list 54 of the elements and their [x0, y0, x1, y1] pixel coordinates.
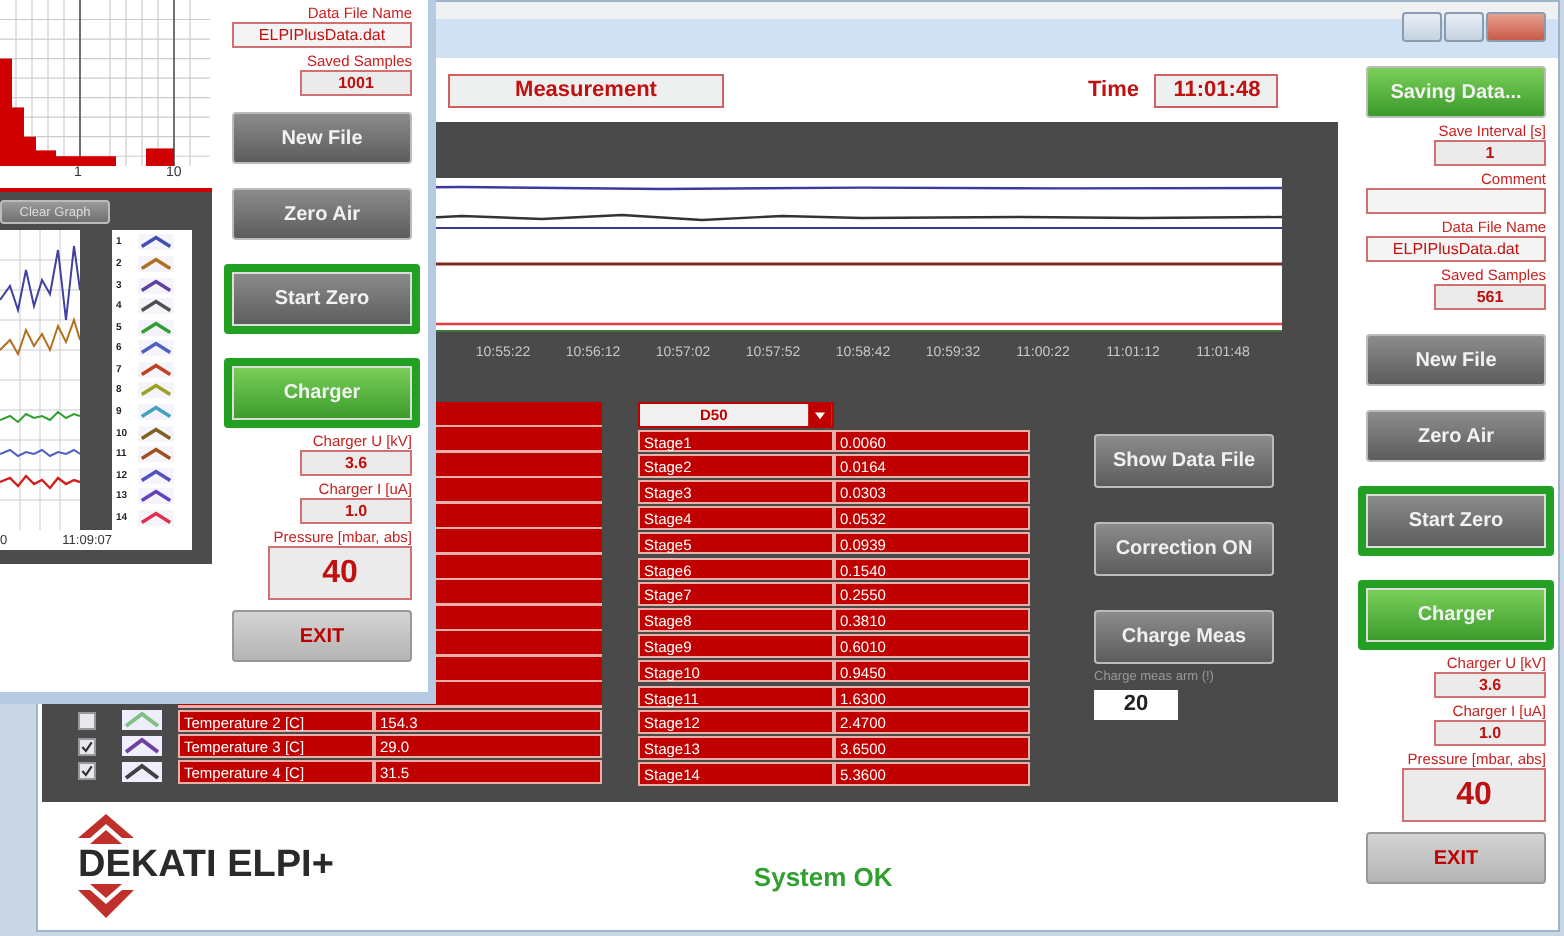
value-field[interactable]: 561 — [1434, 284, 1546, 310]
time-label: Time — [1088, 78, 1139, 102]
minimize-button[interactable] — [1402, 12, 1442, 42]
panel-button[interactable]: New File — [1366, 334, 1546, 386]
maximize-button[interactable] — [1444, 12, 1484, 42]
panel-button[interactable]: Start Zero — [1358, 486, 1554, 556]
mode-display: Measurement — [448, 73, 724, 107]
line-style-icon — [136, 425, 176, 442]
line-style-icon — [136, 340, 176, 357]
action-button[interactable]: Charge Meas — [1094, 610, 1274, 664]
value-field[interactable]: ELPIPlusData.dat — [1366, 236, 1546, 262]
value-field[interactable]: 20 — [1094, 690, 1178, 720]
value-field[interactable] — [1366, 188, 1546, 214]
value-field[interactable]: 1.0 — [300, 498, 412, 524]
panel-button[interactable]: Start Zero — [224, 264, 420, 334]
checkbox[interactable] — [78, 711, 96, 730]
value-field[interactable]: 3.6 — [300, 450, 412, 476]
logo-text: DEKATI ELPI+ — [78, 844, 334, 888]
line-style-icon — [136, 488, 176, 505]
action-button[interactable]: Correction ON — [1094, 522, 1274, 576]
panel-button[interactable]: Zero Air — [232, 188, 412, 240]
line-style-icon — [136, 467, 176, 484]
line-style-icon — [136, 446, 176, 463]
value-field[interactable]: 40 — [1402, 768, 1546, 822]
line-style-icon — [136, 382, 176, 399]
panel-button[interactable]: Zero Air — [1366, 410, 1546, 462]
time-display: 11:01:48 — [1154, 73, 1279, 107]
line-style-icon — [122, 710, 162, 731]
value-field[interactable]: ELPIPlusData.dat — [232, 22, 412, 48]
checkbox[interactable] — [78, 762, 96, 781]
line-style-icon — [136, 509, 176, 526]
line-style-icon — [136, 277, 176, 294]
panel-button[interactable]: Charger — [1358, 580, 1554, 650]
close-button[interactable] — [1486, 12, 1546, 42]
line-style-icon — [136, 361, 176, 378]
line-style-icon — [122, 761, 162, 782]
exit-button[interactable]: EXIT — [232, 610, 412, 662]
exit-button[interactable]: EXIT — [1366, 832, 1546, 884]
value-field[interactable]: 1.0 — [1434, 720, 1546, 746]
line-style-icon — [136, 404, 176, 421]
panel-button[interactable]: Charger — [224, 358, 420, 428]
panel-button[interactable]: New File — [232, 112, 412, 164]
line-style-icon — [136, 319, 176, 336]
action-button[interactable]: Show Data File — [1094, 434, 1274, 488]
value-field[interactable]: 1001 — [300, 70, 412, 96]
value-field[interactable]: 3.6 — [1434, 672, 1546, 698]
line-style-icon — [122, 736, 162, 757]
panel-button[interactable]: Saving Data... — [1366, 66, 1546, 118]
line-style-icon — [136, 256, 176, 273]
line-style-icon — [136, 298, 176, 315]
checkbox[interactable] — [78, 737, 96, 756]
value-field[interactable]: 40 — [268, 546, 412, 600]
status-text: System OK — [753, 861, 893, 891]
value-field[interactable]: 1 — [1434, 140, 1546, 166]
